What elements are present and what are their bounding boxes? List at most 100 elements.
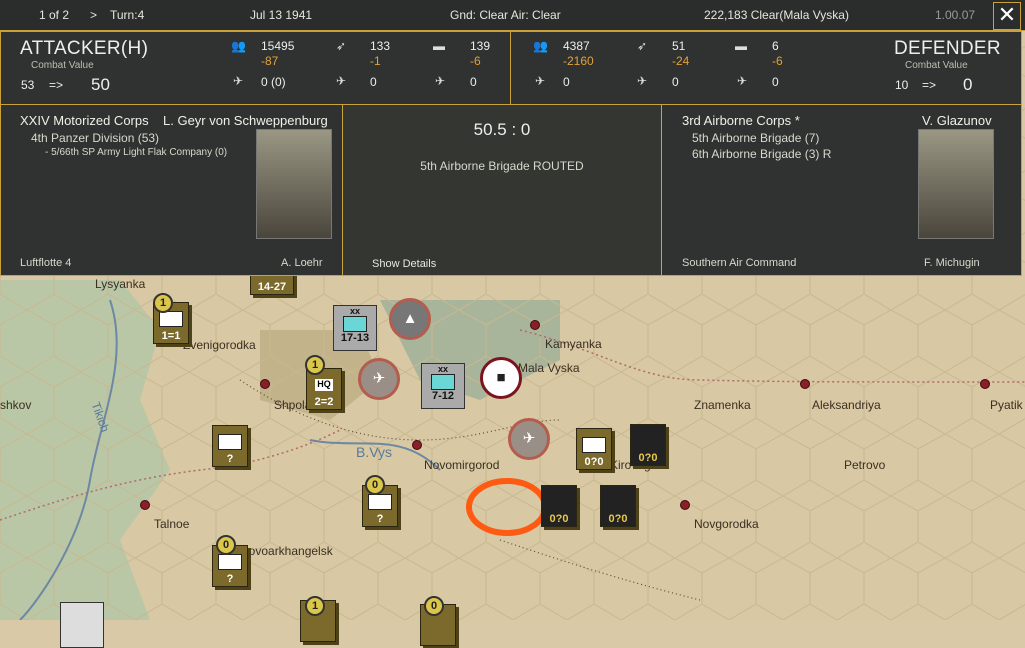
town-novgorodka: Novgorodka xyxy=(694,517,759,531)
bomber-icon: ✈ xyxy=(637,74,648,88)
attacker-afv: 139 xyxy=(470,39,491,53)
gun-icon: ➶ xyxy=(637,39,648,53)
selected-soviet-unit[interactable]: ■ xyxy=(480,357,522,399)
fighter-icon: ✈ xyxy=(535,74,546,88)
soviet-air-unit[interactable]: ✈ xyxy=(508,418,550,460)
town-pyatik: Pyatik xyxy=(990,398,1023,412)
attacker-commander: L. Geyr von Schweppenburg xyxy=(163,113,328,128)
attacker-cv-from: 53 xyxy=(21,78,35,92)
attacker-panel: ATTACKER(H) Combat Value 53 => 50 👥 1549… xyxy=(0,31,511,105)
attacker-air3: 0 xyxy=(470,75,477,89)
stack-badge: 0 xyxy=(216,535,236,555)
defender-commander: V. Glazunov xyxy=(922,113,992,128)
combat-result-panel: 50.5 : 0 5th Airborne Brigade ROUTED Sho… xyxy=(342,104,662,276)
attacker-cv-arrow: => xyxy=(49,78,64,92)
attacker-cv-to: 50 xyxy=(91,75,110,94)
defender-air1: 0 xyxy=(563,75,570,89)
defender-air3: 0 xyxy=(772,75,779,89)
odds-ratio: 50.5 : 0 xyxy=(473,120,531,139)
unit-counter[interactable]: xx 7-12 xyxy=(421,363,465,409)
defender-cv-label: Combat Value xyxy=(905,60,968,71)
defender-unit-1: 5th Airborne Brigade (7) xyxy=(692,131,820,145)
town-zvenigorodka: Zvenigorodka xyxy=(183,338,256,352)
defender-men-loss: -2160 xyxy=(563,54,594,68)
town-lysyanka: Lysyanka xyxy=(95,277,146,291)
attacker-corps: XXIV Motorized Corps xyxy=(20,113,149,128)
attacker-men: 15495 xyxy=(261,39,295,53)
defender-title: DEFENDER xyxy=(894,38,1001,59)
city-dot xyxy=(412,440,422,450)
soviet-air-unit[interactable]: ✈ xyxy=(358,358,400,400)
city-dot xyxy=(260,379,270,389)
defender-panel: 👥 4387 -2160 ➶ 51 -24 ▬ 6 -6 ✈ 0 ✈ 0 ✈ 0… xyxy=(510,31,1022,105)
attacker-title: ATTACKER(H) xyxy=(20,38,149,59)
men-icon: 👥 xyxy=(231,39,246,53)
defender-commander-portrait xyxy=(918,129,994,239)
top-status-bar: 1 of 2 > Turn:4 Jul 13 1941 Gnd: Clear A… xyxy=(0,0,1025,31)
defender-unit-2: 6th Airborne Brigade (3) R xyxy=(692,147,832,161)
stack-badge: 1 xyxy=(305,596,325,616)
location-label: 222,183 Clear(Mala Vyska) xyxy=(704,8,849,22)
defender-cv-to: 0 xyxy=(963,75,973,94)
town-novomirgorod: Novomirgorod xyxy=(424,458,500,472)
defender-cv-from: 10 xyxy=(895,78,909,92)
gun-icon: ➶ xyxy=(336,39,347,53)
soviet-air-unit[interactable]: ▲ xyxy=(389,298,431,340)
town-mala-vyska: Mala Vyska xyxy=(518,361,580,375)
city-dot xyxy=(980,379,990,389)
town-talnoe: Talnoe xyxy=(154,517,190,531)
defender-guns-loss: -24 xyxy=(672,54,690,68)
attacker-guns: 133 xyxy=(370,39,391,53)
show-details-link[interactable]: Show Details xyxy=(372,258,436,270)
town-znamenka: Znamenka xyxy=(694,398,751,412)
defender-guns: 51 xyxy=(672,39,686,53)
unit-counter[interactable] xyxy=(60,602,104,648)
attacker-attached: - 5/66th SP Army Light Flak Company (0) xyxy=(45,147,228,158)
routed-unit[interactable]: 0?0 xyxy=(630,424,666,466)
defender-air-command: Southern Air Command xyxy=(682,257,797,269)
weather-label: Gnd: Clear Air: Clear xyxy=(450,8,561,22)
town-shkov: shkov xyxy=(0,398,32,412)
combat-result: 5th Airborne Brigade ROUTED xyxy=(420,159,584,173)
fighter-icon: ✈ xyxy=(233,74,244,88)
attacker-guns-loss: -1 xyxy=(370,54,381,68)
attacker-cv-label: Combat Value xyxy=(31,60,94,71)
defender-men: 4387 xyxy=(563,39,590,53)
routed-unit[interactable]: 0?0 xyxy=(600,485,636,527)
attacker-air2: 0 xyxy=(370,75,377,89)
version-label: 1.00.07 xyxy=(935,8,976,22)
close-button[interactable]: ✕ xyxy=(993,2,1021,30)
town-petrovo: Petrovo xyxy=(844,458,886,472)
routed-unit[interactable]: 0?0 xyxy=(541,485,577,527)
city-dot xyxy=(680,500,690,510)
unit-counter[interactable]: ? xyxy=(212,425,248,467)
attacker-division: 4th Panzer Division (53) xyxy=(31,131,160,145)
routed-unit[interactable]: 0?0 xyxy=(576,428,612,470)
stack-badge: 1 xyxy=(153,293,173,313)
tank-icon: ▬ xyxy=(735,39,747,53)
defender-afv: 6 xyxy=(772,39,779,53)
city-dot xyxy=(140,500,150,510)
defender-air2: 0 xyxy=(672,75,679,89)
bomber-icon: ✈ xyxy=(336,74,347,88)
stack-badge: 0 xyxy=(365,475,385,495)
defender-air-cmdr: F. Michugin xyxy=(924,257,980,269)
attacker-air-cmdr: A. Loehr xyxy=(281,257,323,269)
stack-badge: 0 xyxy=(424,596,444,616)
attacker-air1: 0 (0) xyxy=(261,75,286,89)
attacker-detail-panel: XXIV Motorized Corps L. Geyr von Schwepp… xyxy=(0,104,343,276)
town-novoarkhangelsk: Novoarkhangelsk xyxy=(240,544,333,558)
unit-counter[interactable]: xx 17-13 xyxy=(333,305,377,351)
attacker-commander-portrait xyxy=(256,129,332,239)
defender-cv-arrow: => xyxy=(922,78,937,92)
defender-corps: 3rd Airborne Corps * xyxy=(682,113,800,128)
river-b-vys: B.Vys xyxy=(356,444,393,460)
city-dot xyxy=(530,320,540,330)
turn-label: Turn:4 xyxy=(110,8,145,22)
defender-afv-loss: -6 xyxy=(772,54,783,68)
next-page-button[interactable]: > xyxy=(90,8,97,22)
town-kamyanka: Kamyanka xyxy=(545,337,602,351)
men-icon: 👥 xyxy=(533,39,548,53)
transport-icon: ✈ xyxy=(737,74,748,88)
defender-detail-panel: 3rd Airborne Corps * V. Glazunov 5th Air… xyxy=(661,104,1022,276)
